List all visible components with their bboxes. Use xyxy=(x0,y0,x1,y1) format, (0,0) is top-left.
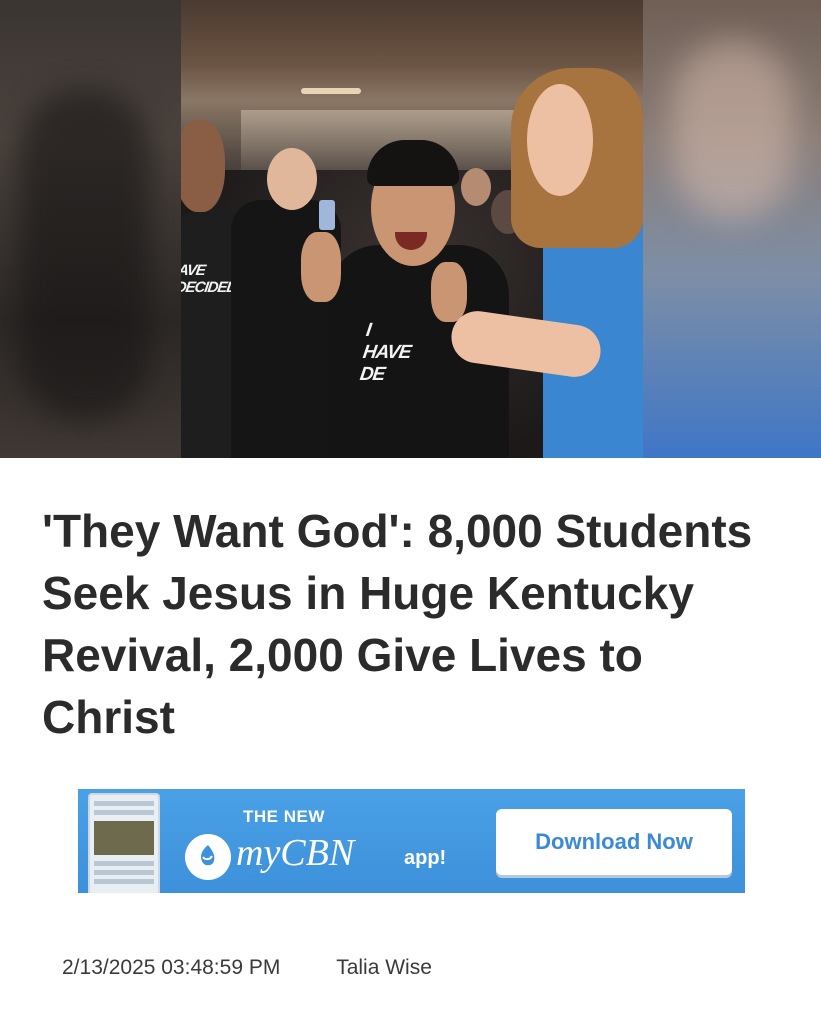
ad-brand: myCBN xyxy=(236,832,355,874)
phone xyxy=(319,200,335,230)
face xyxy=(181,120,225,212)
publish-date: 2/13/2025 03:48:59 PM xyxy=(62,956,281,979)
download-now-button[interactable]: Download Now xyxy=(496,809,732,875)
screenshot-bar xyxy=(94,810,154,815)
screenshot-bar xyxy=(94,801,154,806)
hero-blur-left xyxy=(0,0,181,458)
article-photo[interactable]: AVE DECIDED I HAVE DE xyxy=(181,0,643,458)
hero-image: AVE DECIDED I HAVE DE xyxy=(0,0,821,458)
app-screenshot xyxy=(88,793,160,893)
article-headline[interactable]: 'They Want God': 8,000 Students Seek Jes… xyxy=(42,500,782,748)
app-ad-banner[interactable]: THE NEW myCBN app! Download Now xyxy=(78,789,745,893)
screenshot-bar xyxy=(94,879,154,884)
crowd-face xyxy=(461,168,491,206)
ad-kicker: THE NEW xyxy=(243,807,325,826)
ad-suffix: app! xyxy=(404,847,447,869)
face xyxy=(527,84,593,196)
article-meta: 2/13/2025 03:48:59 PM Talia Wise xyxy=(62,956,432,980)
screenshot-bar xyxy=(94,861,154,866)
screenshot-bar xyxy=(94,870,154,875)
hand-left xyxy=(301,232,341,302)
hand-right xyxy=(431,262,467,322)
hero-blur-right xyxy=(643,0,821,458)
shirt-text: I HAVE DE xyxy=(358,320,412,385)
screenshot-image xyxy=(94,821,154,855)
author-name[interactable]: Talia Wise xyxy=(336,956,432,979)
ceiling-light xyxy=(301,88,361,94)
face xyxy=(267,148,317,210)
cbn-dove-icon xyxy=(185,834,231,880)
